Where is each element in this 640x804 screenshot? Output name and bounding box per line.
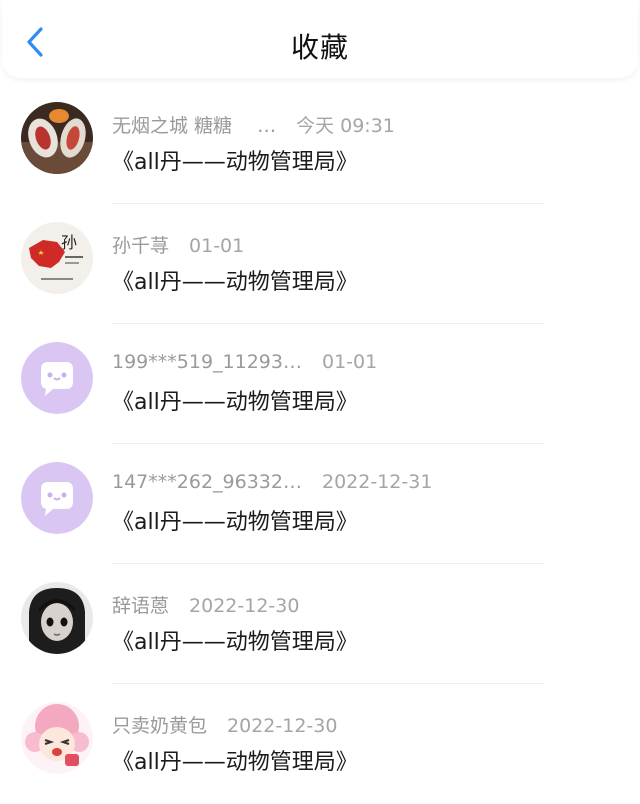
user-name[interactable]: 147***262_96332… — [112, 471, 302, 493]
item-meta: 199***519_11293… 01-01 — [112, 351, 377, 373]
timestamp: 01-01 — [189, 235, 245, 257]
avatar[interactable] — [21, 342, 93, 414]
item-meta: 只卖奶黄包 2022-12-30 — [112, 711, 337, 738]
list-item[interactable]: 无烟之城 糖糖 … 今天 09:31 《all丹——动物管理局》 — [0, 84, 640, 204]
work-title[interactable]: 《all丹——动物管理局》 — [112, 744, 358, 776]
work-title[interactable]: 《all丹——动物管理局》 — [112, 504, 358, 536]
timestamp: 今天 09:31 — [296, 115, 395, 137]
user-name[interactable]: 无烟之城 糖糖 … — [112, 111, 276, 138]
favorites-list: 无烟之城 糖糖 … 今天 09:31 《all丹——动物管理局》 孙 孙千荨 01-… — [0, 84, 640, 804]
list-item[interactable]: 199***519_11293… 01-01 《all丹——动物管理局》 — [0, 324, 640, 444]
work-title[interactable]: 《all丹——动物管理局》 — [112, 264, 358, 296]
user-name[interactable]: 孙千荨 — [112, 231, 169, 258]
user-name[interactable]: 199***519_11293… — [112, 351, 302, 373]
item-meta: 147***262_96332… 2022-12-31 — [112, 471, 432, 493]
timestamp: 2022-12-30 — [189, 595, 300, 617]
timestamp: 01-01 — [321, 351, 378, 373]
list-item[interactable]: 147***262_96332… 2022-12-31 《all丹——动物管理局》 — [0, 444, 640, 564]
item-meta: 无烟之城 糖糖 … 今天 09:31 — [112, 111, 395, 138]
item-meta: 孙千荨 01-01 — [112, 231, 244, 258]
avatar[interactable]: 孙 — [21, 222, 93, 294]
list-item[interactable]: 孙 孙千荨 01-01 《all丹——动物管理局》 — [0, 204, 640, 324]
timestamp: 2022-12-30 — [227, 715, 338, 737]
default-avatar-icon — [21, 462, 93, 534]
item-meta: 辞语蒽 2022-12-30 — [112, 591, 299, 618]
avatar[interactable] — [21, 462, 93, 534]
default-avatar-icon — [21, 342, 93, 414]
user-name[interactable]: 只卖奶黄包 — [112, 711, 207, 738]
list-item[interactable]: 只卖奶黄包 2022-12-30 《all丹——动物管理局》 — [0, 684, 640, 804]
work-title[interactable]: 《all丹——动物管理局》 — [112, 144, 358, 176]
avatar[interactable] — [21, 102, 93, 174]
svg-text:孙: 孙 — [61, 233, 77, 252]
list-item[interactable]: 辞语蒽 2022-12-30 《all丹——动物管理局》 — [0, 564, 640, 684]
work-title[interactable]: 《all丹——动物管理局》 — [112, 624, 358, 656]
page-title: 收藏 — [290, 31, 349, 64]
avatar[interactable] — [21, 702, 93, 774]
top-bar: 收藏 — [2, 0, 638, 78]
timestamp: 2022-12-31 — [321, 471, 433, 493]
work-title[interactable]: 《all丹——动物管理局》 — [112, 384, 358, 416]
user-name[interactable]: 辞语蒽 — [112, 591, 169, 618]
avatar[interactable] — [21, 582, 93, 654]
